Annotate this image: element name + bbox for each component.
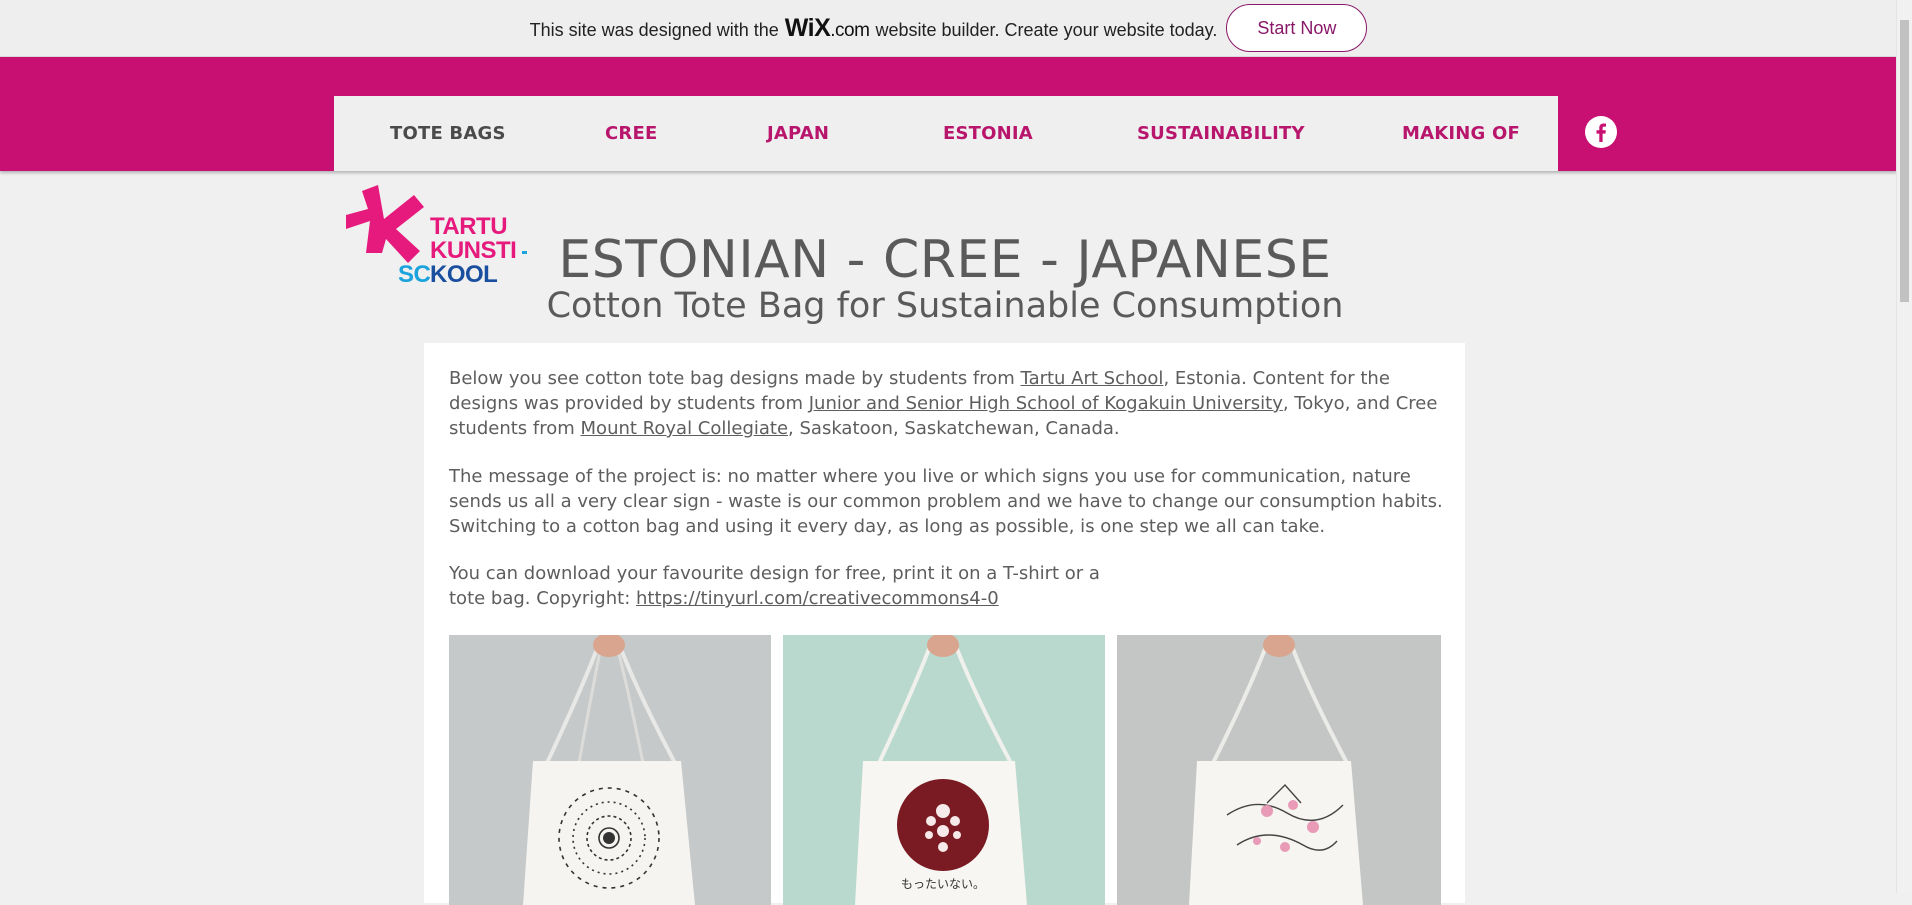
link-mount-royal-collegiate[interactable]: Mount Royal Collegiate — [581, 418, 789, 439]
wix-logo-main: WiX — [784, 13, 831, 42]
page-subtitle: Cotton Tote Bag for Sustainable Consumpt… — [546, 286, 1344, 326]
tote-bag-photo-japan[interactable]: もったいない。 — [783, 635, 1105, 905]
main-nav: TOTE BAGS CREE JAPAN ESTONIA SUSTAINABIL… — [334, 96, 1558, 171]
page-title: ESTONIAN - CREE - JAPANESE — [558, 230, 1332, 290]
wix-banner-text-after: website builder. Create your website tod… — [875, 19, 1218, 40]
wix-banner-text: This site was designed with the WiX.com … — [530, 14, 1218, 43]
content-panel: Below you see cotton tote bag designs ma… — [424, 343, 1465, 905]
link-creative-commons[interactable]: https://tinyurl.com/creativecommons4-0 — [636, 588, 999, 609]
link-tartu-art-school[interactable]: Tartu Art School — [1021, 368, 1164, 389]
nav-item-making-of[interactable]: MAKING OF — [1402, 123, 1520, 144]
intro-text: Below you see cotton tote bag designs ma… — [449, 368, 1021, 389]
nav-item-japan[interactable]: JAPAN — [767, 123, 829, 144]
nav-item-estonia[interactable]: ESTONIA — [943, 123, 1033, 144]
wix-promo-banner: This site was designed with the WiX.com … — [0, 0, 1897, 57]
site-header: TOTE BAGS CREE JAPAN ESTONIA SUSTAINABIL… — [0, 57, 1897, 171]
download-paragraph: You can download your favourite design f… — [449, 561, 1129, 611]
page-scrollbar[interactable] — [1896, 0, 1912, 893]
nav-item-cree[interactable]: CREE — [605, 123, 657, 144]
nav-item-tote-bags[interactable]: TOTE BAGS — [390, 123, 506, 144]
start-now-button[interactable]: Start Now — [1226, 4, 1368, 52]
bag-japanese-text: もったいない。 — [901, 877, 985, 891]
message-paragraph: The message of the project is: no matter… — [449, 466, 1443, 537]
logo-line-3-prefix: SC — [398, 261, 431, 287]
tote-bag-photo-estonia[interactable] — [449, 635, 771, 905]
nav-item-sustainability[interactable]: SUSTAINABILITY — [1137, 123, 1305, 144]
intro-paragraph-1: Below you see cotton tote bag designs ma… — [449, 366, 1449, 441]
link-kogakuin-university[interactable]: Junior and Senior High School of Kogakui… — [809, 393, 1283, 414]
tote-bag-photo-cree[interactable] — [1117, 635, 1441, 905]
scrollbar-thumb[interactable] — [1900, 20, 1909, 302]
wix-logo-suffix: .com — [830, 19, 870, 41]
wix-logo: WiX.com — [785, 14, 870, 43]
intro-text: , Saskatoon, Saskatchewan, Canada. — [788, 418, 1120, 439]
wix-banner-text-before: This site was designed with the — [529, 19, 779, 40]
facebook-icon[interactable] — [1585, 116, 1617, 148]
